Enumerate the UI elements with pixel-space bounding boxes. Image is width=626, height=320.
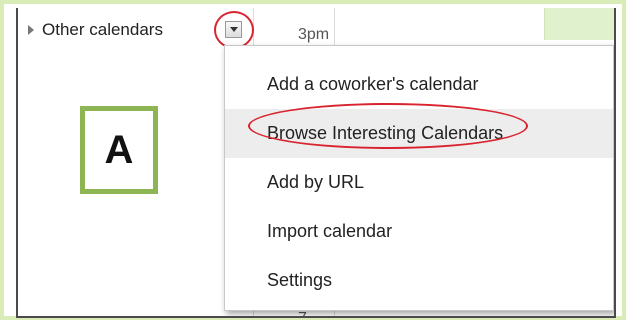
menu-item-settings[interactable]: Settings [225, 256, 613, 305]
annotation-label-box: A [80, 106, 158, 194]
chevron-down-icon [229, 27, 238, 32]
triangle-right-icon [28, 25, 34, 35]
other-calendars-menu: Add a coworker's calendar Browse Interes… [224, 45, 614, 311]
other-calendars-toggle[interactable]: Other calendars [28, 20, 163, 40]
screenshot-frame: 3pm 7 Other calendars A Add a coworker's… [0, 0, 626, 320]
menu-item-add-by-url[interactable]: Add by URL [225, 158, 613, 207]
other-calendars-dropdown-button[interactable] [225, 21, 242, 38]
annotation-letter: A [104, 127, 134, 172]
time-label-3pm: 3pm [298, 26, 330, 43]
menu-item-import-calendar[interactable]: Import calendar [225, 207, 613, 256]
time-label-bottom: 7 [298, 310, 307, 316]
other-calendars-label: Other calendars [42, 20, 163, 39]
menu-item-add-coworker[interactable]: Add a coworker's calendar [225, 60, 613, 109]
today-column-highlight [544, 8, 614, 40]
menu-item-browse-interesting[interactable]: Browse Interesting Calendars [225, 109, 613, 158]
calendar-panel: 3pm 7 Other calendars A Add a coworker's… [16, 8, 616, 318]
